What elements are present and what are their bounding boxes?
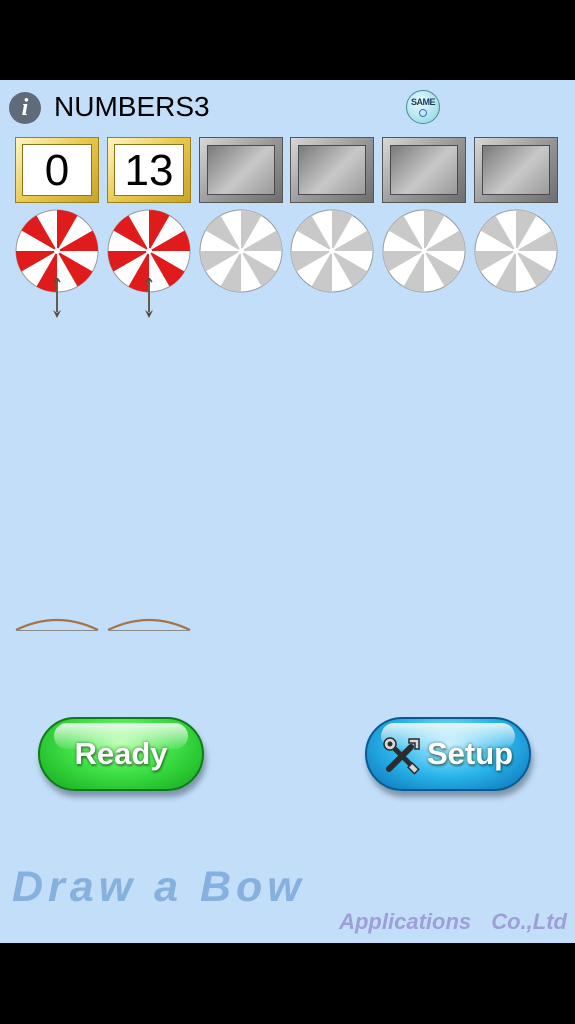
ready-button[interactable]: Ready [38, 717, 204, 791]
number-slot [382, 137, 466, 203]
number-slot: 13 [107, 137, 191, 203]
brand-title: Draw a Bow [12, 863, 306, 911]
bow-icon [15, 618, 99, 631]
number-slot: 0 [15, 137, 99, 203]
target-icon[interactable] [381, 208, 467, 294]
setup-button[interactable]: Setup [365, 717, 531, 791]
slot-empty-panel [390, 145, 458, 195]
number-slot [290, 137, 374, 203]
game-title: NUMBERS3 [54, 91, 210, 122]
target-icon[interactable] [289, 208, 375, 294]
slot-number: 13 [114, 144, 184, 196]
setup-button-label: Setup [427, 736, 514, 771]
same-badge-label: SAME [410, 97, 436, 107]
slot-empty-panel [482, 145, 550, 195]
bow-icon [107, 618, 191, 631]
slot-number: 0 [22, 144, 92, 196]
same-badge-dot [419, 109, 427, 117]
slot-empty-panel [207, 145, 275, 195]
arrow-icon [53, 278, 61, 318]
ready-button-label: Ready [74, 736, 168, 771]
number-slot [199, 137, 283, 203]
info-icon[interactable]: i [9, 92, 41, 124]
slot-empty-panel [298, 145, 366, 195]
same-badge-icon[interactable]: SAME [406, 90, 440, 124]
company-name: Applications Co.,Ltd [339, 909, 567, 934]
target-icon[interactable] [198, 208, 284, 294]
number-slot [474, 137, 558, 203]
game-screen: i NUMBERS3 SAME 0 13 Ready Setup Draw a B… [0, 80, 575, 943]
target-icon[interactable] [473, 208, 559, 294]
arrow-icon [145, 278, 153, 318]
tools-icon [383, 737, 420, 775]
